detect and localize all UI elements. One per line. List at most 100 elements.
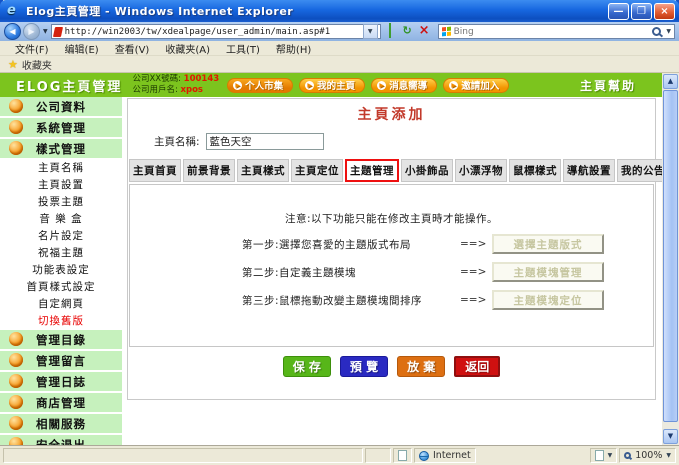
company-user-label: 公司用戶名: (132, 85, 177, 95)
sidebar-item-manage-diary[interactable]: 管理日誌 (0, 372, 122, 391)
menu-help[interactable]: 帮助(H) (269, 41, 318, 56)
search-input[interactable] (454, 27, 650, 37)
tab-foreground-background[interactable]: 前景背景 (183, 159, 235, 182)
step1-label: 第一步:選擇您喜愛的主題版式布局 (242, 237, 460, 252)
favorites-label[interactable]: 收藏夹 (22, 57, 52, 72)
search-magnifier-icon[interactable] (652, 27, 661, 36)
homepage-name-input[interactable] (206, 133, 324, 150)
sidebar-item-custom-page[interactable]: 自定網頁 (0, 296, 122, 311)
menu-view[interactable]: 查看(V) (108, 41, 157, 56)
scroll-down-icon[interactable]: ▼ (663, 429, 678, 444)
tab-bar: 主頁首頁 前景背景 主頁樣式 主頁定位 主題管理 小掛飾品 小漂浮物 鼠標樣式 … (129, 159, 655, 182)
scrollbar-thumb[interactable] (663, 90, 678, 422)
main-content: 主頁添加 主頁名稱: 主頁首頁 前景背景 主頁樣式 主頁定位 主題管理 小掛飾品… (122, 97, 662, 445)
preview-button[interactable]: 預 覽 (340, 356, 388, 377)
stop-icon[interactable]: × (417, 24, 432, 39)
bullet-icon (9, 395, 23, 409)
search-dropdown-icon[interactable]: ▼ (666, 28, 671, 35)
zoom-segment[interactable]: 100% ▼ (619, 448, 676, 463)
scroll-up-icon[interactable]: ▲ (663, 74, 678, 89)
zoom-dropdown-icon[interactable]: ▼ (666, 452, 671, 459)
step3-label: 第三步:鼠標拖動改變主題模塊間排序 (242, 293, 460, 308)
return-button[interactable]: 返回 (454, 356, 500, 377)
menu-file[interactable]: 文件(F) (8, 41, 56, 56)
bullet-icon (9, 353, 23, 367)
search-box[interactable]: ▼ (438, 24, 675, 39)
bullet-icon (9, 332, 23, 346)
sidebar-item-related-services[interactable]: 相關服務 (0, 414, 122, 433)
nav-my-homepage[interactable]: ▶我的主頁 (299, 78, 365, 93)
back-button[interactable]: ◀ (4, 23, 21, 40)
ie-icon: e (7, 4, 22, 19)
tab-floating-objects[interactable]: 小漂浮物 (455, 159, 507, 182)
sidebar-item-shop-mgmt[interactable]: 商店管理 (0, 393, 122, 412)
save-button[interactable]: 保 存 (283, 356, 331, 377)
menu-edit[interactable]: 编辑(E) (58, 41, 106, 56)
step-row-2: 第二步:自定義主題模塊 ==> 主題模塊管理 (242, 262, 653, 282)
step-row-1: 第一步:選擇您喜愛的主題版式布局 ==> 選擇主題版式 (242, 234, 653, 254)
menu-favorites[interactable]: 收藏夹(A) (158, 41, 217, 56)
refresh-icon[interactable]: ↻ (400, 24, 415, 39)
vertical-scrollbar[interactable]: ▲ ▼ (662, 73, 679, 445)
sidebar-item-blessing-theme[interactable]: 祝福主題 (0, 245, 122, 260)
sidebar-item-frontpage-style[interactable]: 首頁樣式設定 (0, 279, 122, 294)
sidebar-item-homepage-settings[interactable]: 主頁設置 (0, 177, 122, 192)
browser-window: e Elog主頁管理 - Windows Internet Explorer —… (0, 0, 679, 465)
minimize-button[interactable]: — (608, 3, 629, 20)
sidebar-item-style-mgmt[interactable]: 樣式管理 (0, 139, 122, 158)
nav-personal-market[interactable]: ▶个人市集 (227, 78, 293, 93)
forward-button[interactable]: ▶ (23, 23, 40, 40)
step3-arrow: ==> (460, 294, 492, 306)
history-dropdown-icon[interactable]: ▼ (42, 28, 49, 35)
sidebar-item-switch-old-version[interactable]: 切換舊版 (0, 313, 122, 328)
status-text-zone (3, 448, 363, 463)
homepage-add-panel: 主頁添加 主頁名稱: 主頁首頁 前景背景 主頁樣式 主頁定位 主題管理 小掛飾品… (127, 98, 656, 400)
sidebar-item-system-mgmt[interactable]: 系統管理 (0, 118, 122, 137)
site-favicon-icon (53, 27, 63, 37)
sidebar-item-company-info[interactable]: 公司資料 (0, 97, 122, 116)
dropdown-icon[interactable]: ▼ (608, 452, 613, 459)
sidebar-item-vote-topic[interactable]: 投票主題 (0, 194, 122, 209)
step2-arrow: ==> (460, 266, 492, 278)
account-info: 公司XX號碼: 100143 公司用戶名: xpos (132, 74, 219, 95)
bing-logo-icon (442, 27, 451, 37)
tab-small-ornaments[interactable]: 小掛飾品 (401, 159, 453, 182)
sidebar-item-card-setting[interactable]: 名片設定 (0, 228, 122, 243)
tab-cursor-style[interactable]: 鼠標樣式 (509, 159, 561, 182)
address-dropdown-icon[interactable]: ▼ (363, 24, 378, 39)
page-title: 主頁添加 (128, 104, 655, 124)
address-field[interactable]: ▼ (51, 24, 381, 39)
tab-theme-management[interactable]: 主題管理 (345, 159, 399, 182)
tab-homepage-position[interactable]: 主頁定位 (291, 159, 343, 182)
theme-module-manage-button[interactable]: 主題模塊管理 (492, 262, 604, 282)
bullet-icon (9, 99, 23, 113)
discard-button[interactable]: 放 棄 (397, 356, 445, 377)
sidebar-item-music-box[interactable]: 音 樂 盒 (0, 211, 122, 226)
action-buttons: 保 存 預 覽 放 棄 返回 (128, 356, 655, 377)
sidebar-item-menu-setting[interactable]: 功能表設定 (0, 262, 122, 277)
menu-tools[interactable]: 工具(T) (219, 41, 267, 56)
sidebar-item-homepage-name[interactable]: 主頁名稱 (0, 160, 122, 175)
compatibility-view-icon[interactable] (383, 24, 398, 39)
bullet-icon (9, 141, 23, 155)
tab-navigation-settings[interactable]: 導航設置 (563, 159, 615, 182)
sidebar-item-manage-messages[interactable]: 管理留言 (0, 351, 122, 370)
tab-homepage-style[interactable]: 主頁樣式 (237, 159, 289, 182)
bullet-icon (9, 437, 23, 445)
nav-message-wizard[interactable]: ▶消息嚮導 (371, 78, 437, 93)
homepage-help-link[interactable]: 主頁幫助 (580, 77, 636, 94)
theme-module-position-button[interactable]: 主題模塊定位 (492, 290, 604, 310)
sidebar-item-manage-directory[interactable]: 管理目錄 (0, 330, 122, 349)
favorites-star-icon[interactable]: ★ (8, 58, 18, 71)
sidebar-item-logout[interactable]: 安全退出 (0, 435, 122, 445)
url-input[interactable] (65, 27, 360, 37)
maximize-button[interactable]: ❐ (631, 3, 652, 20)
nav-invite-join[interactable]: ▶邀請加入 (443, 78, 509, 93)
security-zone-segment: Internet (414, 448, 476, 463)
choose-theme-layout-button[interactable]: 選擇主題版式 (492, 234, 604, 254)
site-brand: ELOG主頁管理 (0, 76, 132, 95)
protected-mode-segment[interactable]: ▼ (590, 448, 618, 463)
tab-homepage-front[interactable]: 主頁首頁 (129, 159, 181, 182)
close-button[interactable]: × (654, 3, 675, 20)
play-icon: ▶ (449, 81, 458, 90)
